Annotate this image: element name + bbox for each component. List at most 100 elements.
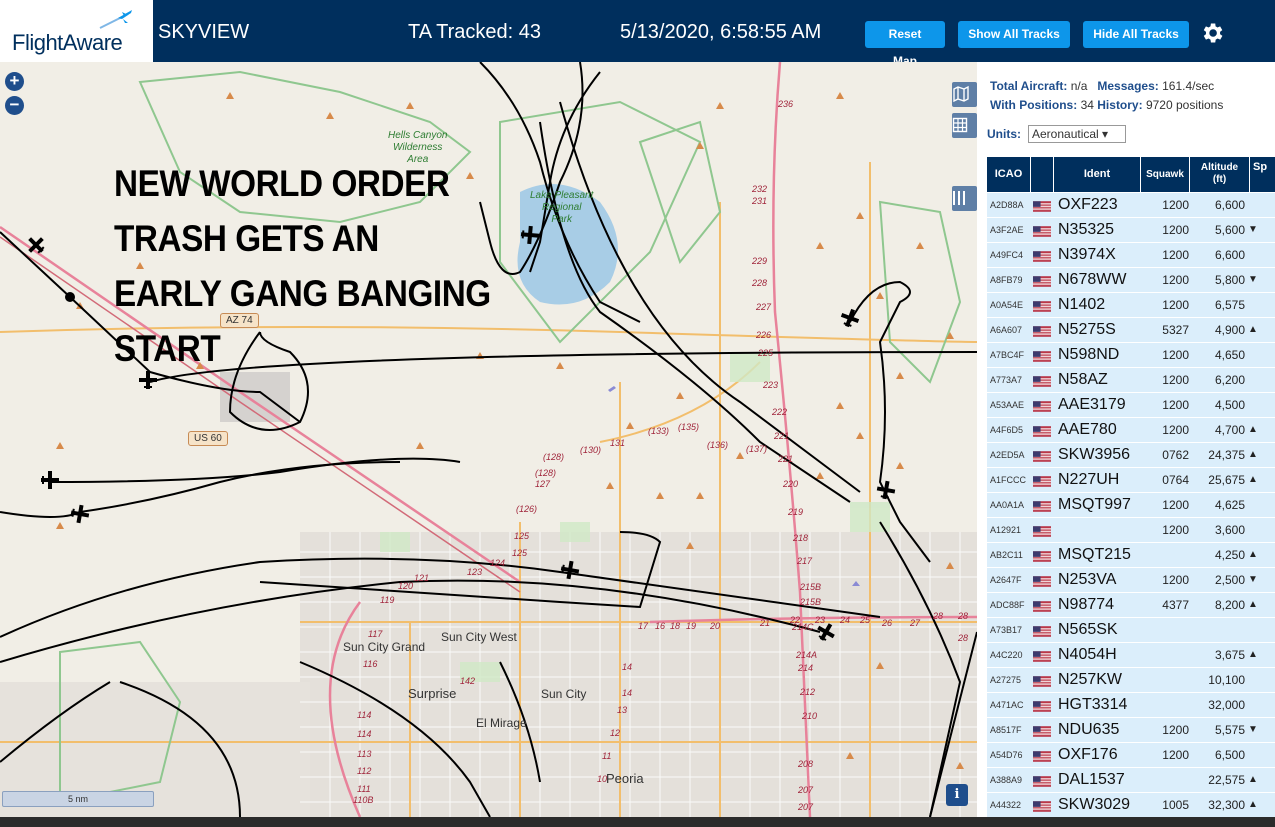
col-squawk[interactable]: Squawk [1141,157,1189,192]
table-row[interactable]: ADC88F N98774 4377 8,200 ▲ [987,593,1275,618]
table-row[interactable]: A773A7 N58AZ 1200 6,200 [987,368,1275,393]
table-row[interactable]: A12921 1200 3,600 [987,518,1275,543]
hide-all-tracks-button[interactable]: Hide All Tracks [1083,21,1189,48]
squawk-cell: 4377 [1162,598,1189,612]
table-row[interactable]: A2647F N253VA 1200 2,500 ▼ [987,568,1275,593]
road-number: 27 [910,618,921,628]
icao-cell: A8517F [990,725,1022,735]
table-row[interactable]: A44322 SKW3029 1005 32,300 ▲ [987,793,1275,817]
squawk-cell: 1200 [1162,423,1189,437]
with-positions-value: 34 [1080,98,1094,112]
table-row[interactable]: A3F2AE N35325 1200 5,600 ▼ [987,218,1275,243]
road-number: (136) [707,440,729,450]
table-row[interactable]: AA0A1A MSQT997 1200 4,625 [987,493,1275,518]
icao-cell: A3F2AE [990,225,1024,235]
ident-cell: N598ND [1058,346,1120,363]
road-number: 19 [686,621,697,631]
toggle-sidebar-button[interactable] [952,186,977,211]
overlay-line-1: NEW WORLD ORDER [114,163,450,204]
table-row[interactable]: A54D76 OXF176 1200 6,500 [987,743,1275,768]
reset-map-button[interactable]: Reset Map [865,21,945,68]
us-flag-icon [1033,526,1051,537]
road-number: 215B [800,597,822,607]
table-row[interactable]: A388A9 DAL1537 22,575 ▲ [987,768,1275,793]
table-row[interactable]: A0A54E N1402 1200 6,575 [987,293,1275,318]
gear-icon[interactable] [1199,20,1225,46]
table-row[interactable]: A6A607 N5275S 5327 4,900 ▲ [987,318,1275,343]
road-number: 26 [882,618,893,628]
icao-cell: A27275 [990,675,1022,685]
zoom-in-button[interactable]: + [5,72,24,91]
road-number: (130) [580,445,602,455]
altitude-cell: 4,650 [1214,348,1245,362]
table-row[interactable]: A2ED5A SKW3956 0762 24,375 ▲ [987,443,1275,468]
table-row[interactable]: A2D88A OXF223 1200 6,600 [987,193,1275,218]
icao-cell: A53AAE [990,400,1025,410]
squawk-cell: 1200 [1162,223,1189,237]
altitude-trend-indicator: ▲ [1248,449,1258,460]
table-row[interactable]: A27275 N257KW 10,100 [987,668,1275,693]
us-flag-icon [1033,201,1051,212]
table-row[interactable]: A471AC HGT3314 32,000 [987,693,1275,718]
table-row[interactable]: A1FCCC N227UH 0764 25,675 ▲ [987,468,1275,493]
road-number: 223 [763,380,779,390]
road-number: (128) [543,452,565,462]
col-altitude[interactable]: Altitude (ft) [1190,157,1249,192]
table-row[interactable]: A73B17 N565SK [987,618,1275,643]
altitude-trend-indicator: ▼ [1248,724,1258,735]
table-row[interactable]: A4F6D5 AAE780 1200 4,700 ▲ [987,418,1275,443]
us-flag-icon [1033,351,1051,362]
road-number: 121 [414,573,430,583]
table-row[interactable]: A8FB79 N678WW 1200 5,800 ▼ [987,268,1275,293]
grid-toggle-button[interactable] [952,113,977,138]
squawk-cell: 0764 [1162,473,1189,487]
map-layers-button[interactable] [952,82,977,107]
altitude-trend-indicator: ▼ [1248,274,1258,285]
squawk-cell: 1200 [1162,523,1189,537]
icao-cell: A8FB79 [990,275,1023,285]
map-canvas[interactable]: Hells Canyon Wilderness Area Lake Pleasa… [0,62,977,817]
road-number: 22 [790,615,801,625]
us-flag-icon [1033,476,1051,487]
ident-cell: OXF176 [1058,746,1118,763]
info-button[interactable]: i [946,784,968,806]
road-number: 236 [778,99,794,109]
flightaware-logo[interactable]: FlightAware [0,0,153,62]
squawk-cell: 1200 [1162,248,1189,262]
altitude-cell: 32,000 [1208,698,1245,712]
altitude-cell: 10,100 [1208,673,1245,687]
us-flag-icon [1033,276,1051,287]
col-icao[interactable]: ICAO [987,157,1030,192]
road-number: 214A [796,650,818,660]
skyview-app: FlightAware SKYVIEW TA Tracked: 43 5/13/… [0,0,1275,827]
table-row[interactable]: AB2C11 MSQT215 4,250 ▲ [987,543,1275,568]
road-number: 207 [798,785,814,795]
road-number: 18 [670,621,681,631]
table-row[interactable]: A4C220 N4054H 3,675 ▲ [987,643,1275,668]
us-flag-icon [1033,401,1051,412]
overlay-line-3: EARLY GANG BANGING START [114,273,491,369]
col-speed[interactable]: Sp [1250,157,1275,192]
zoom-out-button[interactable]: − [5,96,24,115]
us-flag-icon [1033,451,1051,462]
icao-cell: A4C220 [990,650,1023,660]
road-number: 23 [815,615,826,625]
aircraft-table-header: ICAO Ident Squawk Altitude (ft) Sp [987,157,1275,192]
squawk-cell: 1200 [1162,748,1189,762]
icao-cell: A6A607 [990,325,1023,335]
grid-icon [952,117,968,133]
table-row[interactable]: A49FC4 N3974X 1200 6,600 [987,243,1275,268]
table-row[interactable]: A8517F NDU635 1200 5,575 ▼ [987,718,1275,743]
units-select[interactable]: Aeronautical ▾ [1028,125,1126,143]
ta-tracked-count: TA Tracked: 43 [408,21,542,43]
col-flag[interactable] [1031,157,1053,192]
show-all-tracks-button[interactable]: Show All Tracks [958,21,1070,48]
table-row[interactable]: A7BC4F N598ND 1200 4,650 [987,343,1275,368]
road-number: 131 [610,438,626,448]
overlay-caption: NEW WORLD ORDER TRASH GETS AN EARLY GANG… [114,156,600,376]
col-ident[interactable]: Ident [1054,157,1140,192]
peoria-label: Peoria [606,771,644,786]
table-row[interactable]: A53AAE AAE3179 1200 4,500 [987,393,1275,418]
sun-city-west-label: Sun City West [441,630,517,644]
icao-cell: A2ED5A [990,450,1025,460]
